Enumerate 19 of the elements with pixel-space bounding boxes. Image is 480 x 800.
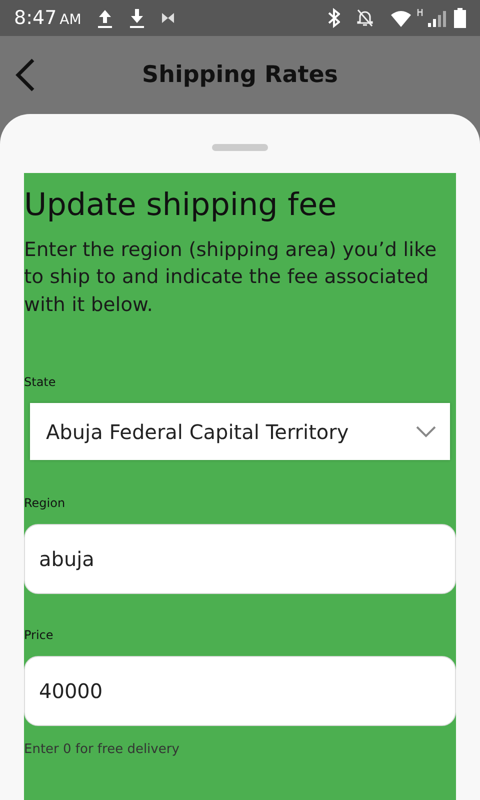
form-description: Enter the region (shipping area) you’d like to ship to and indicate the fee associated with it below. [24, 237, 438, 318]
wifi-icon [390, 10, 412, 28]
helper-text: Enter 0 for free delivery [24, 741, 180, 760]
form-heading: Update shipping fee [24, 187, 338, 224]
chevron-down-icon [416, 426, 436, 438]
field-label: State [24, 374, 57, 392]
input-field[interactable]: abuja [24, 524, 456, 594]
battery-icon [454, 8, 466, 28]
status-time: 8:47 AM [14, 6, 82, 31]
muted-bell-icon [356, 8, 374, 28]
bowtie-icon [161, 11, 176, 25]
field-label: Price [24, 627, 54, 644]
input-field[interactable]: 40000 [24, 656, 456, 726]
bluetooth-icon [328, 8, 340, 28]
download-icon [129, 7, 146, 29]
drag-handle[interactable] [212, 144, 268, 151]
field-label: Region [24, 495, 66, 512]
state-dropdown[interactable]: Abuja Federal Capital Territory [30, 403, 450, 460]
screen-title: Shipping Rates [142, 60, 338, 90]
